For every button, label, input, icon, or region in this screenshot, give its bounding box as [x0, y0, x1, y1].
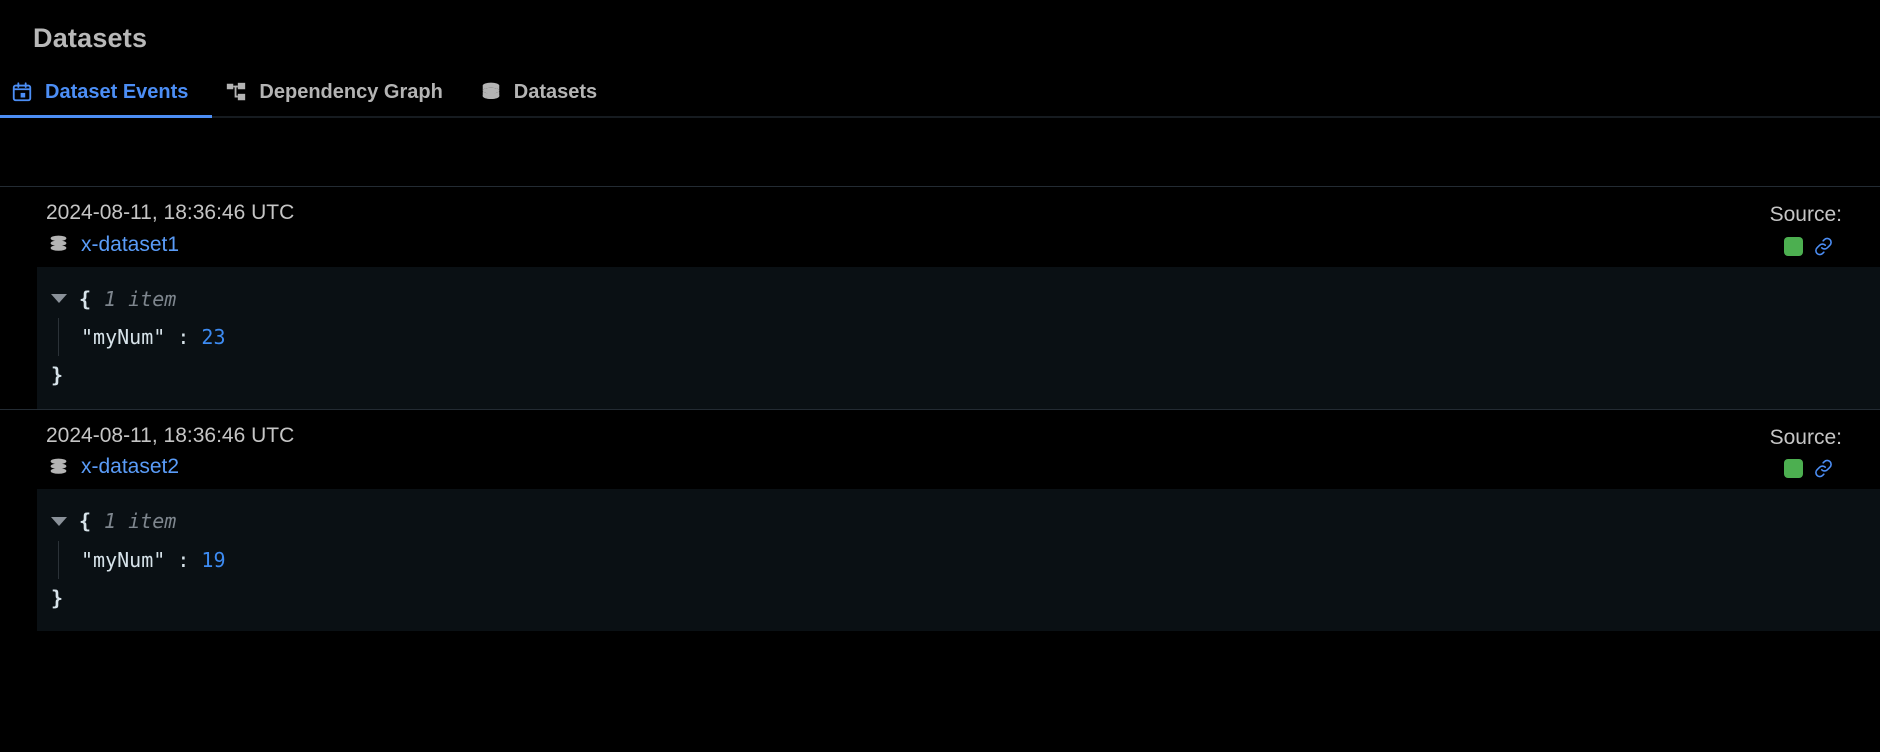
json-viewer: { 1 item "myNum" : 23 } [37, 266, 1880, 409]
event-timestamp: 2024-08-11, 18:36:46 UTC [46, 201, 295, 225]
dependency-graph-icon [224, 80, 248, 104]
dataset-event-row: 2024-08-11, 18:36:46 UTC x-dataset1 Sour… [0, 186, 1880, 409]
source-label: Source: [1769, 425, 1842, 449]
json-viewer: { 1 item "myNum" : 19 } [37, 489, 1880, 632]
json-root-row: { 1 item [51, 502, 1880, 540]
status-badge [1783, 236, 1803, 256]
page-header: Datasets [0, 0, 1880, 54]
tab-label: Datasets [513, 80, 598, 103]
json-property-row: "myNum" : 23 [81, 318, 1880, 356]
json-root-row: { 1 item [51, 280, 1880, 318]
page-title: Datasets [33, 23, 148, 53]
json-value: 19 [201, 547, 226, 572]
dataset-events-list: 2024-08-11, 18:36:46 UTC x-dataset1 Sour… [0, 186, 1880, 632]
link-icon[interactable] [1813, 236, 1834, 257]
source-icons [1770, 236, 1834, 257]
chevron-down-icon[interactable] [51, 294, 67, 304]
json-close-row: } [51, 356, 1880, 394]
json-value: 23 [201, 325, 226, 350]
event-source: Source: [1770, 424, 1842, 479]
event-meta: 2024-08-11, 18:36:46 UTC x-dataset2 [46, 424, 294, 479]
tab-dataset-events[interactable]: Dataset Events [0, 80, 213, 119]
event-meta: 2024-08-11, 18:36:46 UTC x-dataset1 [46, 201, 294, 256]
tab-label: Dataset Events [45, 80, 189, 103]
database-icon [479, 80, 503, 104]
source-icons [1770, 458, 1834, 479]
json-body: "myNum" : 23 [58, 318, 1880, 357]
json-body: "myNum" : 19 [58, 540, 1880, 579]
dataset-link[interactable]: x-dataset1 [81, 233, 179, 257]
json-item-count: 1 item [104, 286, 177, 311]
source-label: Source: [1769, 203, 1842, 227]
event-dataset: x-dataset2 [46, 455, 294, 479]
json-open-brace: { [79, 286, 92, 311]
json-item-count: 1 item [104, 509, 177, 534]
database-icon [46, 455, 70, 479]
dataset-event-row: 2024-08-11, 18:36:46 UTC x-dataset2 Sour… [0, 408, 1880, 632]
json-open-brace: { [79, 509, 92, 534]
tab-dependency-graph[interactable]: Dependency Graph [212, 80, 466, 118]
calendar-icon [10, 80, 34, 104]
tab-label: Dependency Graph [259, 80, 443, 103]
json-key: "myNum" [81, 325, 166, 350]
status-badge [1783, 458, 1803, 478]
chevron-down-icon[interactable] [51, 516, 67, 526]
json-colon: : [165, 325, 202, 350]
tab-bar: Dataset Events Dependency Graph Datasets [0, 68, 1880, 119]
event-header: 2024-08-11, 18:36:46 UTC x-dataset2 Sour… [0, 410, 1880, 489]
json-close-brace: } [51, 585, 64, 610]
json-close-brace: } [51, 363, 64, 388]
link-icon[interactable] [1813, 458, 1834, 479]
event-timestamp: 2024-08-11, 18:36:46 UTC [46, 423, 295, 447]
event-source: Source: [1770, 201, 1842, 256]
json-property-row: "myNum" : 19 [81, 541, 1880, 579]
tab-datasets[interactable]: Datasets [467, 80, 621, 118]
database-icon [46, 233, 70, 257]
dataset-link[interactable]: x-dataset2 [81, 455, 179, 479]
event-header: 2024-08-11, 18:36:46 UTC x-dataset1 Sour… [0, 187, 1880, 266]
json-key: "myNum" [81, 547, 166, 572]
json-colon: : [165, 547, 202, 572]
json-close-row: } [51, 579, 1880, 617]
event-dataset: x-dataset1 [46, 233, 294, 257]
